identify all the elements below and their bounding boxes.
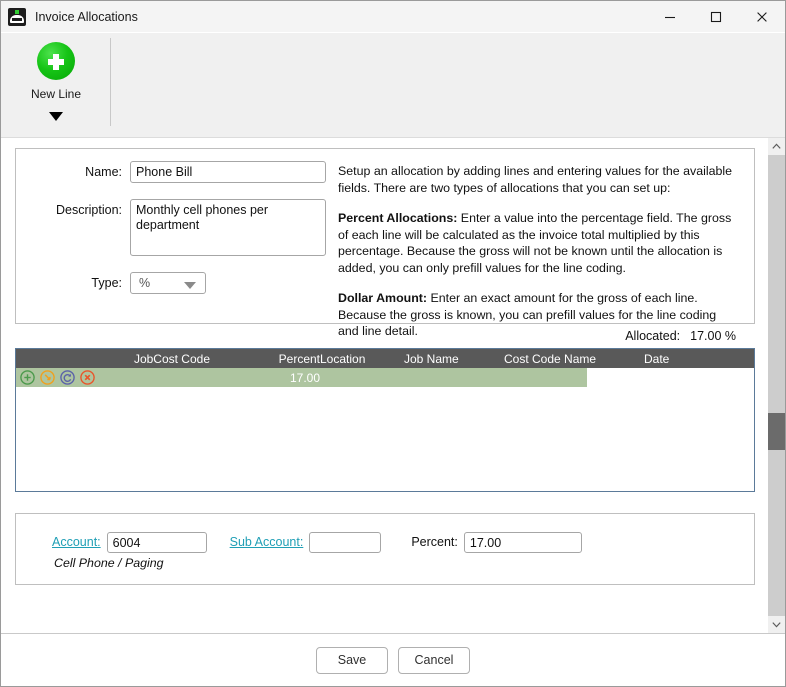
type-select-value: % [139,276,151,290]
help-percent-title: Percent Allocations: [338,211,458,225]
scrollable-body: Name: Description: Type: % [1,138,785,633]
name-row: Name: [20,161,330,183]
help-text: Setup an allocation by adding lines and … [330,161,744,338]
minimize-icon [665,16,675,18]
scrollbar-track[interactable] [768,155,785,616]
grid-col-date[interactable]: Date [644,352,734,366]
allocated-label: Allocated: [625,329,681,343]
cancel-button[interactable]: Cancel [398,646,470,674]
type-select[interactable]: % [130,272,206,294]
chevron-down-icon [184,282,196,289]
description-label: Description: [56,203,122,217]
allocated-value: 17.00 % [690,329,736,343]
new-line-button[interactable]: New Line [13,33,99,121]
grid-col-cost-code-name[interactable]: Cost Code Name [504,352,644,366]
sub-account-field: Sub Account: [230,532,382,553]
description-row: Description: [20,199,330,256]
refresh-row-icon[interactable] [60,370,75,385]
type-label: Type: [91,276,122,290]
help-intro: Setup an allocation by adding lines and … [338,164,733,195]
percent-field: Percent: [411,532,582,553]
percent-input[interactable] [463,532,582,553]
scroll-up-button[interactable] [768,138,785,155]
close-icon [757,11,767,22]
maximize-icon [710,11,722,22]
toolbar: New Line [1,33,785,138]
row-percent-value[interactable]: 17.00 [218,371,320,385]
close-button[interactable] [739,1,785,32]
chevron-down-icon [772,622,781,628]
green-plus-icon [37,42,75,80]
grid-col-location[interactable]: Location [320,352,404,366]
percent-label: Percent: [411,535,458,549]
new-line-label: New Line [30,87,82,101]
account-link[interactable]: Account: [52,532,101,553]
scrollbar-thumb[interactable] [768,413,785,451]
edit-row-icon[interactable] [40,370,55,385]
sub-account-link[interactable]: Sub Account: [230,532,304,553]
name-input[interactable] [130,161,326,183]
type-row: Type: % [20,272,330,294]
minimize-button[interactable] [647,1,693,32]
grid-col-percent[interactable]: Percent [218,352,320,366]
table-row[interactable]: 17.00 [16,368,587,387]
toolbar-separator [110,38,111,126]
sub-account-input[interactable] [309,532,382,553]
title-bar: Invoice Allocations [1,1,785,33]
account-input[interactable] [106,532,207,553]
chevron-up-icon [772,143,781,149]
allocation-form-panel: Name: Description: Type: % [15,148,755,338]
help-dollar-title: Dollar Amount: [338,291,428,305]
window-title: Invoice Allocations [35,9,138,24]
grid-col-job-name[interactable]: Job Name [404,352,504,366]
allocation-lines-grid[interactable]: JobCost Code Percent Location Job Name C… [15,348,755,492]
line-coding-panel: Account: Cell Phone / Paging Sub Account… [15,513,755,585]
name-label: Name: [85,165,122,179]
account-field: Account: Cell Phone / Paging [52,532,207,570]
maximize-button[interactable] [693,1,739,32]
save-button[interactable]: Save [316,646,388,674]
app-icon [8,7,26,26]
help-percent: Percent Allocations: Enter a value into … [338,210,738,276]
invoice-allocations-window: Invoice Allocations New Line Name: Phone… [0,0,786,687]
caret-down-icon[interactable] [49,112,63,121]
content-area: Name: Description: Type: % [1,138,767,633]
add-row-icon[interactable] [20,370,35,385]
description-input[interactable] [130,199,326,256]
account-description: Cell Phone / Paging [54,556,164,570]
grid-col-jobcost-code[interactable]: JobCost Code [16,352,218,366]
form-fields: Name: Description: Type: % [16,161,330,323]
grid-header-row: JobCost Code Percent Location Job Name C… [16,349,754,368]
row-action-icons [16,370,218,385]
footer-bar: Save Cancel [1,633,785,686]
scroll-down-button[interactable] [768,616,785,633]
delete-row-icon[interactable] [80,370,95,385]
vertical-scrollbar[interactable] [767,138,785,633]
